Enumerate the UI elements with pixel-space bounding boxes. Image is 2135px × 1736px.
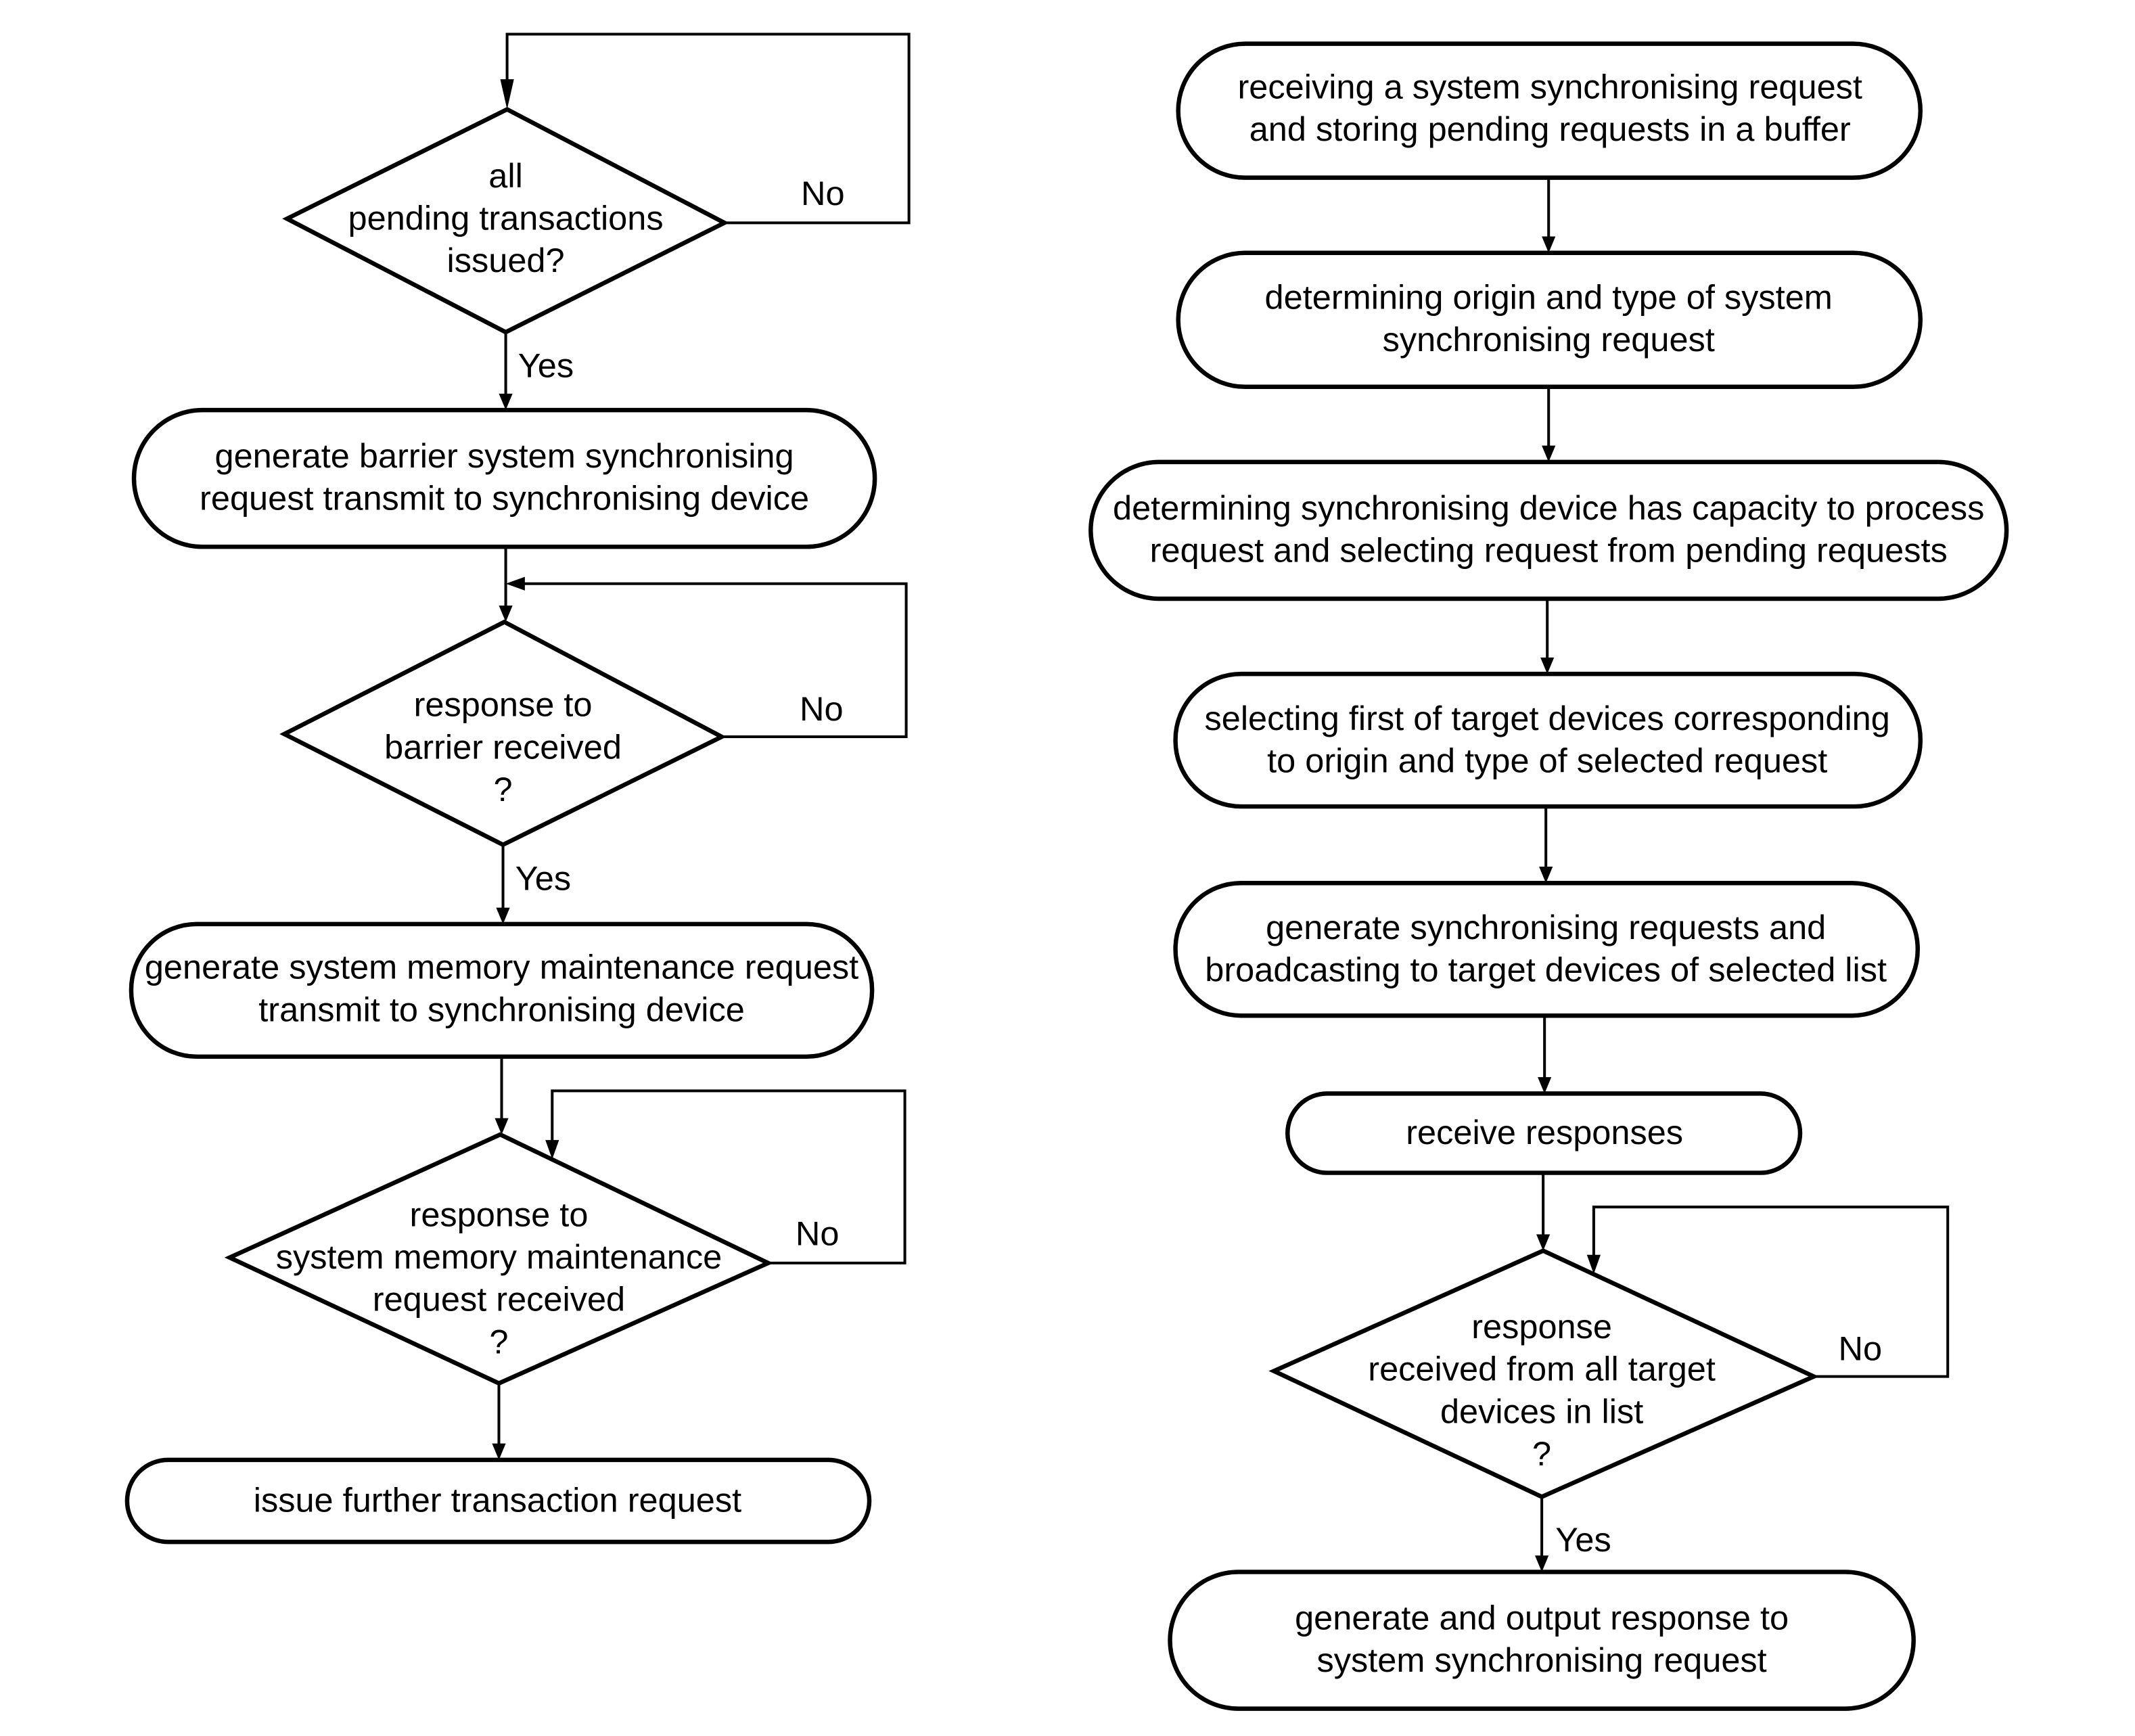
no-label: No — [796, 1214, 840, 1253]
yes-label: Yes — [515, 859, 571, 897]
step-text-line: generate synchronising requests and — [1266, 908, 1826, 946]
step-text-line: determining synchronising device has cap… — [1113, 488, 1984, 527]
step-text-line: generate barrier system synchronising — [215, 436, 794, 475]
step-text-line: and storing pending requests in a buffer — [1249, 110, 1851, 148]
decision-text-line: barrier received — [384, 727, 622, 766]
step-text-line: broadcasting to target devices of select… — [1205, 951, 1887, 989]
step-text-line: system synchronising request — [1316, 1641, 1766, 1679]
flowchart-canvas: all pending transactions issued? No Yes … — [124, 32, 2009, 1711]
step-text-line: generate and output response to — [1295, 1598, 1789, 1637]
step-text-line: request and selecting request from pendi… — [1150, 530, 1948, 569]
arrowhead — [1542, 445, 1556, 462]
arrowhead — [492, 1443, 506, 1460]
left-flow: all pending transactions issued? No Yes … — [124, 32, 911, 1545]
decision-text-line: response to — [410, 1195, 589, 1233]
arrowhead — [499, 606, 513, 622]
step-text-line: issue further transaction request — [254, 1481, 741, 1520]
step-text-line: selecting first of target devices corres… — [1205, 699, 1890, 737]
no-label: No — [800, 689, 844, 728]
step-text-line: determining origin and type of system — [1265, 278, 1833, 317]
step-broadcast-sync-requests — [1173, 880, 1920, 1018]
decision-text-line: ? — [1532, 1434, 1551, 1473]
decision-text-line: response to — [414, 685, 593, 724]
arrowhead — [1538, 1077, 1552, 1094]
step-select-target-devices — [1173, 671, 1923, 809]
step-text-line: to origin and type of selected request — [1267, 741, 1827, 780]
step-text-line: transmit to synchronising device — [258, 990, 745, 1028]
decision-text-line: system memory maintenance — [276, 1237, 722, 1276]
arrowhead — [1542, 236, 1556, 253]
decision-text-line: ? — [493, 770, 512, 808]
arrowhead — [1540, 657, 1555, 675]
no-label: No — [801, 174, 845, 212]
step-text-line: receiving a system synchronising request — [1238, 67, 1862, 106]
step-text-line: request transmit to synchronising device — [200, 479, 809, 518]
decision-text-line: all — [488, 156, 523, 195]
decision-text-line: ? — [489, 1322, 508, 1361]
yes-label: Yes — [518, 346, 574, 385]
decision-text-line: issued? — [447, 241, 565, 279]
decision-text-line: devices in list — [1440, 1392, 1643, 1430]
step-text-line: receive responses — [1406, 1113, 1683, 1151]
step-text-line: generate system memory maintenance reque… — [145, 948, 858, 986]
decision-text-line: request received — [373, 1280, 625, 1319]
yes-label: Yes — [1555, 1520, 1611, 1559]
decision-text-line: pending transactions — [348, 198, 664, 237]
decision-text-line: received from all target — [1368, 1350, 1716, 1388]
arrowhead — [500, 79, 514, 110]
arrowhead — [1536, 1234, 1551, 1251]
arrowhead — [495, 1118, 509, 1135]
arrowhead — [505, 576, 525, 591]
arrowhead — [496, 907, 510, 924]
step-text-line: synchronising request — [1383, 320, 1715, 359]
right-flow: receiving a system synchronising request… — [1088, 41, 2009, 1711]
arrowhead — [499, 393, 513, 411]
no-label: No — [1839, 1329, 1883, 1367]
arrowhead — [1539, 866, 1553, 884]
decision-text-line: response — [1471, 1307, 1612, 1346]
arrowhead — [1535, 1555, 1549, 1572]
